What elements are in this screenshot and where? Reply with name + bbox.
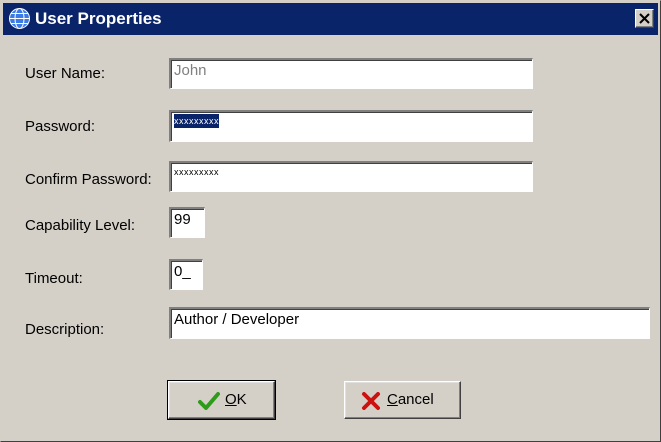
description-field[interactable]: Author / Developer <box>169 307 650 339</box>
cancel-button[interactable]: Cancel <box>344 381 461 419</box>
capability-level-value: 99 <box>174 211 191 228</box>
close-button[interactable] <box>635 9 654 28</box>
description-label: Description: <box>25 321 105 338</box>
cancel-button-label: Cancel <box>387 391 434 408</box>
capability-level-label: Capability Level: <box>25 217 136 234</box>
close-icon <box>639 13 650 24</box>
user-name-value: John <box>174 62 207 79</box>
timeout-label: Timeout: <box>25 270 83 287</box>
user-name-field[interactable]: John <box>169 58 533 89</box>
x-icon <box>361 392 381 414</box>
confirm-password-value: xxxxxxxxx <box>174 167 219 177</box>
confirm-password-field[interactable]: xxxxxxxxx <box>169 161 533 192</box>
ok-button[interactable]: OK <box>167 380 276 420</box>
description-value: Author / Developer <box>174 311 300 328</box>
password-field[interactable]: xxxxxxxxx <box>169 110 533 142</box>
user-properties-dialog: User Properties User Name: John Password… <box>0 0 661 442</box>
password-value: xxxxxxxxx <box>174 114 219 128</box>
timeout-field[interactable]: 0_ <box>169 259 203 290</box>
user-name-label: User Name: <box>25 65 106 82</box>
checkmark-icon <box>198 391 220 415</box>
confirm-password-label: Confirm Password: <box>25 171 152 188</box>
ok-button-label: OK <box>225 391 247 408</box>
window-title: User Properties <box>35 9 162 28</box>
timeout-value: 0_ <box>174 263 191 280</box>
password-label: Password: <box>25 118 96 135</box>
capability-level-field[interactable]: 99 <box>169 207 205 238</box>
globe-icon <box>8 7 31 30</box>
title-bar[interactable]: User Properties <box>3 3 658 35</box>
